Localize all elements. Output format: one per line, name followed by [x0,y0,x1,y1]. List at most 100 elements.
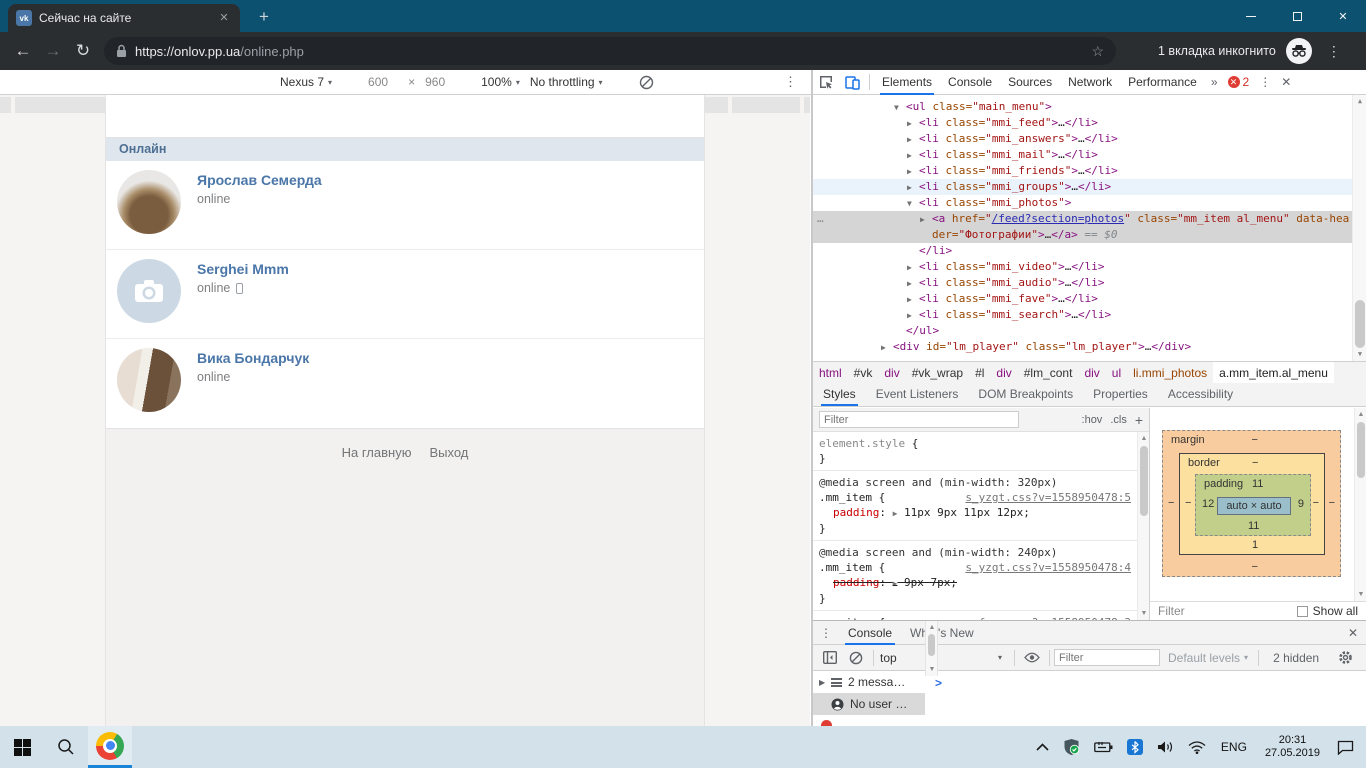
user-name-link[interactable]: Вика Бондарчук [197,350,309,366]
taskbar-chrome-button[interactable] [88,726,132,768]
devtools-tab-console[interactable]: Console [940,70,1000,95]
log-levels-select[interactable]: Default levels ▾ [1168,651,1248,665]
devtools-close-icon[interactable]: ✕ [1281,75,1291,89]
tab-dom-breakpoints[interactable]: DOM Breakpoints [968,383,1083,406]
viewport-width-field[interactable]: 600 [368,75,388,89]
breadcrumb-item[interactable]: div [878,362,905,384]
console-sidebar-scrollbar[interactable]: ▲ ▼ [925,621,938,676]
show-all-checkbox[interactable] [1297,606,1308,617]
user-avatar[interactable] [117,170,181,234]
twisty-icon[interactable]: ▶ [907,180,912,196]
taskbar-clock[interactable]: 20:31 27.05.2019 [1265,734,1320,760]
home-link[interactable]: На главную [342,445,412,461]
css-property[interactable]: padding: ▶ 9px 7px; [819,575,1131,591]
breadcrumb-item[interactable]: #l [969,362,990,384]
twisty-icon[interactable]: ▼ [894,100,899,116]
console-prompt-icon[interactable]: > [935,676,942,690]
twisty-icon[interactable]: ▶ [907,116,912,132]
stylesheet-link[interactable]: s_yzgt.css?v=1558950478:4 [965,560,1131,575]
elements-tree-line[interactable]: ▶<li class="mmi_groups">…</li> [813,179,1352,195]
toggle-class-button[interactable]: .cls [1110,414,1127,426]
devtools-tab-network[interactable]: Network [1060,70,1120,95]
console-output[interactable]: > [925,671,1366,726]
zoom-select[interactable]: 100%▾ [481,75,520,89]
breadcrumb-item[interactable]: html [813,362,848,384]
omnibox[interactable]: https://onlov.pp.ua/online.php ☆ [104,37,1116,65]
devtools-tab-sources[interactable]: Sources [1000,70,1060,95]
defender-shield-icon[interactable] [1063,738,1080,756]
device-toolbar-menu-icon[interactable]: ⋮ [784,74,797,90]
style-rule[interactable]: @media screen and (min-width: 240px)s_yz… [813,541,1137,611]
twisty-icon[interactable]: ▶ [907,308,912,324]
tray-expand-chevron-icon[interactable] [1036,743,1049,751]
twisty-icon[interactable]: ▶ [881,340,886,356]
elements-tree-line[interactable]: ▶<li class="mmi_mail">…</li> [813,147,1352,163]
inspect-element-icon[interactable] [813,75,839,90]
style-rule[interactable]: @media screen and (min-width: 320px)s_yz… [813,471,1137,541]
start-button[interactable] [0,726,44,768]
drawer-tab-whats-new[interactable]: What's New [901,621,983,645]
drawer-tab-console[interactable]: Console [839,621,901,645]
elements-tree-line[interactable]: ▼<li class="mmi_photos"> [813,195,1352,211]
forward-button[interactable]: → [38,41,68,61]
devtools-tab-performance[interactable]: Performance [1120,70,1205,95]
tab-close-icon[interactable]: ✕ [216,10,232,26]
twisty-icon[interactable]: ▶ [907,132,912,148]
elements-tree-line[interactable]: ▶<li class="mmi_audio">…</li> [813,275,1352,291]
expand-value-icon[interactable]: ▶ [893,509,898,518]
user-row[interactable]: Ярослав Семерда online [106,161,704,250]
user-row[interactable]: Вика Бондарчук online [106,339,704,428]
style-rule[interactable]: element.style {} [813,432,1137,471]
device-select[interactable]: Nexus 7▾ [280,75,332,89]
new-tab-button[interactable]: + [252,6,276,30]
execution-context-select[interactable]: top ▾ [880,651,1008,665]
error-badge[interactable]: ✕ 2 [1228,75,1250,89]
elements-tree-line[interactable]: ▶<li class="mmi_answers">…</li> [813,131,1352,147]
window-maximize-button[interactable] [1274,0,1320,32]
action-center-icon[interactable] [1337,740,1354,755]
style-rule[interactable]: s_cfmxw.css?v=1558950478:3.mm_item { [813,611,1137,620]
devtools-tab-elements[interactable]: Elements [874,70,940,95]
twisty-icon[interactable]: ▶ [907,164,912,180]
logout-link[interactable]: Выход [429,445,468,461]
viewport-height-field[interactable]: 960 [425,75,445,89]
tab-styles[interactable]: Styles [813,383,866,406]
language-indicator[interactable]: ENG [1221,740,1247,754]
console-settings-gear-icon[interactable] [1332,650,1358,665]
breadcrumb-item[interactable]: #lm_cont [1018,362,1079,384]
elements-tree-line[interactable]: </ul> [813,323,1352,339]
breadcrumb-item[interactable]: li.mmi_photos [1127,362,1213,384]
elements-tree-line[interactable]: </li> [813,243,1352,259]
drawer-menu-icon[interactable]: ⋮ [813,626,839,640]
more-tabs-icon[interactable]: » [1205,75,1224,89]
tab-accessibility[interactable]: Accessibility [1158,383,1243,406]
elements-tree-line[interactable]: ▶<li class="mmi_search">…</li> [813,307,1352,323]
elements-tree-line[interactable]: ▶<li class="mmi_fave">…</li> [813,291,1352,307]
box-model-diagram[interactable]: margin − − − − border − − − 1 padding 11 [1162,430,1341,577]
user-name-link[interactable]: Ярослав Семерда [197,172,322,188]
expand-value-icon[interactable]: ▶ [893,579,898,588]
breadcrumb-item[interactable]: #vk [848,362,879,384]
new-style-rule-button[interactable]: + [1135,412,1143,428]
toggle-device-toolbar-icon[interactable] [839,75,865,90]
clear-console-icon[interactable] [843,651,869,665]
user-name-link[interactable]: Serghei Mmm [197,261,289,277]
breadcrumb-item[interactable]: ul [1106,362,1127,384]
wifi-icon[interactable] [1188,741,1206,754]
elements-tree-line[interactable]: ▶…<a href="/feed?section=photos" class="… [813,211,1352,243]
back-button[interactable]: ← [8,41,38,61]
console-sidebar-messages[interactable]: ▶ 2 messa… [813,671,925,693]
breadcrumb-item-selected[interactable]: a.mm_item.al_menu [1213,362,1334,384]
twisty-icon[interactable]: ▶ [907,260,912,276]
elements-tree-line[interactable]: ▶<li class="mmi_video">…</li> [813,259,1352,275]
battery-icon[interactable] [1094,741,1113,753]
rotate-disabled-icon[interactable] [639,75,654,90]
window-minimize-button[interactable] [1228,0,1274,32]
bluetooth-icon[interactable] [1127,739,1143,755]
elements-tree-line[interactable]: ▶<li class="mmi_feed">…</li> [813,115,1352,131]
css-property[interactable]: padding: ▶ 11px 9px 11px 12px; [819,505,1131,521]
browser-menu-icon[interactable]: ⋮ [1322,43,1346,60]
console-filter-input[interactable] [1054,649,1160,666]
breadcrumb-item[interactable]: div [1078,362,1105,384]
tab-event-listeners[interactable]: Event Listeners [866,383,969,406]
